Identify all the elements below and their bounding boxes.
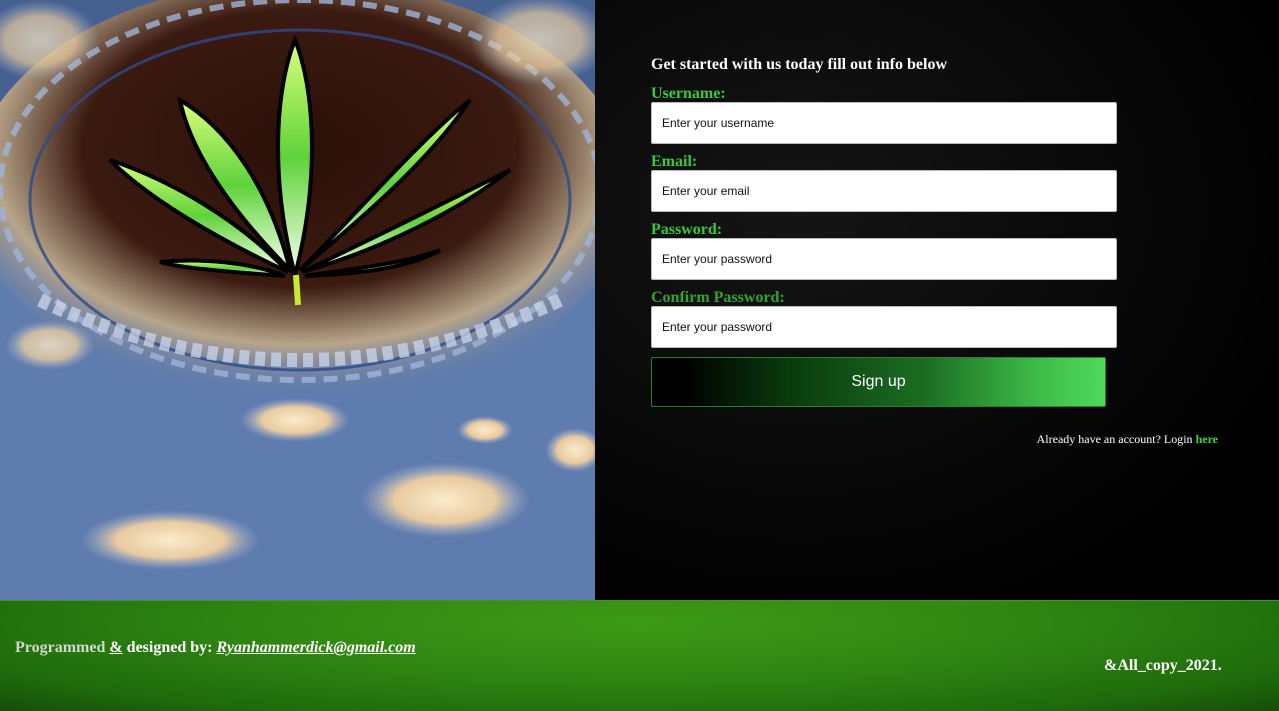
footer-credit: Programmed & designed by: Ryanhammerdick… <box>15 639 416 657</box>
signup-form: Get started with us today fill out info … <box>651 55 1121 407</box>
credit-prefix: Programmed <box>15 639 106 656</box>
login-prompt-text: Already have an account? Login <box>1036 432 1193 446</box>
username-input[interactable] <box>651 102 1117 144</box>
cannabis-leaf-artwork-icon <box>0 0 595 600</box>
signup-panel: Get started with us today fill out info … <box>595 0 1279 600</box>
form-intro-heading: Get started with us today fill out info … <box>651 56 947 73</box>
email-input[interactable] <box>651 170 1117 212</box>
confirm-password-input[interactable] <box>651 306 1117 348</box>
confirm-password-label: Confirm Password: <box>651 289 785 306</box>
username-label: Username: <box>651 85 726 102</box>
copyright-text: &All_copy_2021. <box>1104 657 1222 674</box>
credit-middle: designed by: <box>126 639 213 656</box>
footer: Programmed & designed by: Ryanhammerdick… <box>0 600 1279 711</box>
login-prompt: Already have an account? Login here <box>1037 432 1218 447</box>
author-email-link[interactable]: Ryanhammerdick@gmail.com <box>216 639 415 656</box>
password-input[interactable] <box>651 238 1117 280</box>
password-label: Password: <box>651 221 723 238</box>
email-label: Email: <box>651 153 698 170</box>
credit-ampersand: & <box>109 639 123 656</box>
hero-image <box>0 0 595 600</box>
login-link[interactable]: here <box>1196 432 1218 446</box>
signup-page: Get started with us today fill out info … <box>0 0 1279 711</box>
sign-up-button[interactable]: Sign up <box>651 357 1106 407</box>
